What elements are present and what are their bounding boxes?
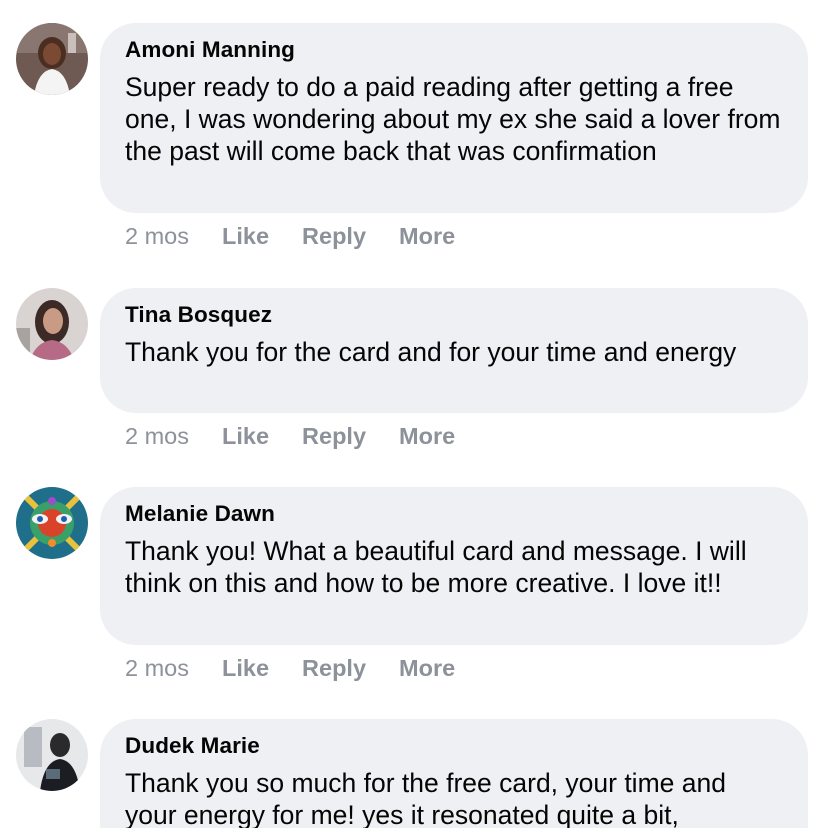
comment-text: Thank you so much for the free card, you… xyxy=(125,768,726,828)
comment-actions: 2 mos Like Reply More xyxy=(125,653,488,683)
reply-button[interactable]: Reply xyxy=(302,423,366,450)
comment-author[interactable]: Tina Bosquez xyxy=(125,302,782,328)
comment-timestamp[interactable]: 2 mos xyxy=(125,223,189,250)
comment-text: Thank you! What a beautiful card and mes… xyxy=(125,536,747,598)
comment-text: Thank you for the card and for your time… xyxy=(125,337,737,367)
avatar[interactable] xyxy=(16,719,88,791)
comment-bubble: Melanie Dawn Thank you! What a beautiful… xyxy=(100,487,808,645)
more-button[interactable]: More xyxy=(399,223,455,250)
comment-bubble: Tina Bosquez Thank you for the card and … xyxy=(100,288,808,413)
reply-button[interactable]: Reply xyxy=(302,655,366,682)
comment-text: Super ready to do a paid reading after g… xyxy=(125,72,781,166)
comment-timestamp[interactable]: 2 mos xyxy=(125,655,189,682)
comment-bubble: Dudek Marie Thank you so much for the fr… xyxy=(100,719,808,828)
more-button[interactable]: More xyxy=(399,423,455,450)
avatar[interactable] xyxy=(16,23,88,95)
avatar[interactable] xyxy=(16,487,88,559)
comment-actions: 2 mos Like Reply More xyxy=(125,421,488,451)
like-button[interactable]: Like xyxy=(222,423,269,450)
comment-timestamp[interactable]: 2 mos xyxy=(125,423,189,450)
reply-button[interactable]: Reply xyxy=(302,223,366,250)
comment-author[interactable]: Dudek Marie xyxy=(125,733,782,759)
comment-actions: 2 mos Like Reply More xyxy=(125,221,488,251)
comment-thread: Amoni Manning Super ready to do a paid r… xyxy=(0,0,828,828)
comment-author[interactable]: Amoni Manning xyxy=(125,37,782,63)
comment-bubble: Amoni Manning Super ready to do a paid r… xyxy=(100,23,808,213)
like-button[interactable]: Like xyxy=(222,223,269,250)
avatar[interactable] xyxy=(16,288,88,360)
comment-author[interactable]: Melanie Dawn xyxy=(125,501,782,527)
like-button[interactable]: Like xyxy=(222,655,269,682)
more-button[interactable]: More xyxy=(399,655,455,682)
